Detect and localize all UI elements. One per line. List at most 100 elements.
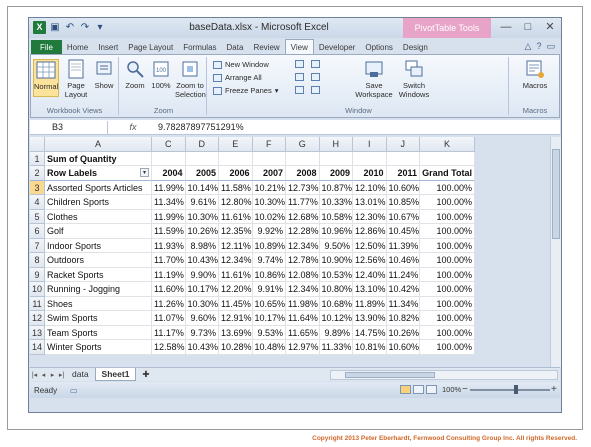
row-header[interactable]: 5 [30, 209, 45, 224]
row-header[interactable]: 3 [30, 180, 45, 195]
cell-h9[interactable]: 10.53% [319, 267, 353, 282]
cell-f4[interactable]: 10.30% [252, 195, 286, 210]
cell-c4[interactable]: 11.34% [152, 195, 186, 210]
help-icon[interactable]: ? [536, 41, 541, 52]
cell-j6[interactable]: 10.45% [386, 224, 420, 239]
cell-g1[interactable] [286, 151, 320, 166]
cell-d12[interactable]: 9.60% [185, 311, 219, 326]
cell-i8[interactable]: 12.56% [353, 253, 387, 268]
cell-a13[interactable]: Team Sports [45, 325, 152, 340]
cell-e10[interactable]: 12.20% [219, 282, 253, 297]
cell-i3[interactable]: 12.10% [353, 180, 387, 195]
cell-i10[interactable]: 13.10% [353, 282, 387, 297]
zoom-to-selection-button[interactable]: Zoom to Selection [175, 59, 206, 99]
cell-e11[interactable]: 11.45% [219, 296, 253, 311]
cell-e14[interactable]: 10.28% [219, 340, 253, 355]
cell-k13[interactable]: 100.00% [420, 325, 475, 340]
cell-d8[interactable]: 10.43% [185, 253, 219, 268]
column-header-i[interactable]: I [353, 137, 387, 152]
reset-window-position-button[interactable] [311, 86, 320, 94]
tab-home[interactable]: Home [62, 40, 93, 55]
zoom-slider-knob[interactable] [514, 385, 518, 394]
cell-j10[interactable]: 10.42% [386, 282, 420, 297]
tab-review[interactable]: Review [248, 40, 284, 55]
cell-k14[interactable]: 100.00% [420, 340, 475, 355]
cell-f13[interactable]: 9.53% [252, 325, 286, 340]
cell-a2[interactable]: Row Labels ▾ [45, 166, 152, 181]
cell-f8[interactable]: 9.74% [252, 253, 286, 268]
cell-c13[interactable]: 11.17% [152, 325, 186, 340]
cell-d10[interactable]: 10.17% [185, 282, 219, 297]
normal-view-button[interactable]: Normal [33, 59, 59, 97]
cell-j11[interactable]: 11.34% [386, 296, 420, 311]
cell-a6[interactable]: Golf [45, 224, 152, 239]
tab-design[interactable]: Design [398, 40, 433, 55]
cell-a7[interactable]: Indoor Sports [45, 238, 152, 253]
new-window-button[interactable]: New Window [213, 60, 269, 69]
cell-f11[interactable]: 10.65% [252, 296, 286, 311]
column-header-g[interactable]: G [286, 137, 320, 152]
macro-record-icon[interactable]: ▭ [70, 386, 78, 395]
cell-d11[interactable]: 10.30% [185, 296, 219, 311]
row-header[interactable]: 12 [30, 311, 45, 326]
hide-button[interactable] [295, 73, 304, 81]
cell-d5[interactable]: 10.30% [185, 209, 219, 224]
cell-k4[interactable]: 100.00% [420, 195, 475, 210]
cell-e13[interactable]: 13.69% [219, 325, 253, 340]
row-header[interactable]: 13 [30, 325, 45, 340]
cell-g2[interactable]: 2008 [286, 166, 320, 181]
sheet-tab-sheet1[interactable]: Sheet1 [94, 368, 137, 381]
page-layout-status-icon[interactable] [413, 385, 424, 394]
prev-sheet-icon[interactable]: ◂ [39, 371, 48, 379]
cell-e8[interactable]: 12.34% [219, 253, 253, 268]
cell-k7[interactable]: 100.00% [420, 238, 475, 253]
zoom-100-button[interactable]: 100 100% [149, 59, 173, 97]
cell-e6[interactable]: 12.35% [219, 224, 253, 239]
column-header-c[interactable]: C [152, 137, 186, 152]
cell-a9[interactable]: Racket Sports [45, 267, 152, 282]
zoom-slider[interactable] [470, 385, 550, 394]
cell-i12[interactable]: 13.90% [353, 311, 387, 326]
cell-f1[interactable] [252, 151, 286, 166]
cell-f9[interactable]: 10.86% [252, 267, 286, 282]
redo-icon[interactable]: ↷ [79, 22, 91, 34]
cell-g4[interactable]: 11.77% [286, 195, 320, 210]
cell-d2[interactable]: 2005 [185, 166, 219, 181]
save-icon[interactable]: ▣ [49, 22, 61, 34]
cell-k5[interactable]: 100.00% [420, 209, 475, 224]
zoom-button[interactable]: Zoom [123, 59, 147, 97]
cell-j12[interactable]: 10.82% [386, 311, 420, 326]
first-sheet-icon[interactable]: |◂ [30, 371, 39, 379]
cell-g5[interactable]: 12.68% [286, 209, 320, 224]
cell-h12[interactable]: 10.12% [319, 311, 353, 326]
cell-k10[interactable]: 100.00% [420, 282, 475, 297]
cell-j7[interactable]: 11.39% [386, 238, 420, 253]
cell-a1[interactable]: Sum of Quantity [45, 151, 152, 166]
cell-e5[interactable]: 11.61% [219, 209, 253, 224]
cell-g7[interactable]: 12.34% [286, 238, 320, 253]
cell-d13[interactable]: 9.73% [185, 325, 219, 340]
cell-e12[interactable]: 12.91% [219, 311, 253, 326]
tab-data[interactable]: Data [222, 40, 249, 55]
row-header[interactable]: 1 [30, 151, 45, 166]
column-header-k[interactable]: K [420, 137, 475, 152]
cell-h14[interactable]: 11.33% [319, 340, 353, 355]
cell-e2[interactable]: 2006 [219, 166, 253, 181]
cell-f10[interactable]: 9.91% [252, 282, 286, 297]
undo-icon[interactable]: ↶ [64, 22, 76, 34]
row-header[interactable]: 14 [30, 340, 45, 355]
column-header-f[interactable]: F [252, 137, 286, 152]
cell-i14[interactable]: 10.81% [353, 340, 387, 355]
cell-h7[interactable]: 9.50% [319, 238, 353, 253]
cell-i4[interactable]: 13.01% [353, 195, 387, 210]
cell-a8[interactable]: Outdoors [45, 253, 152, 268]
cell-c10[interactable]: 11.60% [152, 282, 186, 297]
cell-g13[interactable]: 11.65% [286, 325, 320, 340]
cell-g8[interactable]: 12.78% [286, 253, 320, 268]
formula-input[interactable]: 9.78287897751291% [158, 122, 244, 132]
cell-c1[interactable] [152, 151, 186, 166]
cell-f3[interactable]: 10.21% [252, 180, 286, 195]
cell-h1[interactable] [319, 151, 353, 166]
cell-c2[interactable]: 2004 [152, 166, 186, 181]
cell-a3[interactable]: Assorted Sports Articles [45, 180, 152, 195]
